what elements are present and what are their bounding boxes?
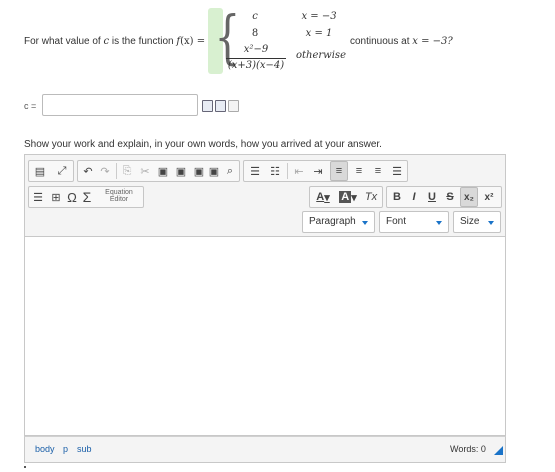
question-prefix: For what value of c is the function f(x)… — [24, 36, 205, 47]
align-right-icon[interactable]: ≡ — [369, 161, 387, 181]
clear-format-button[interactable]: Tx — [361, 187, 381, 207]
paste-text-icon[interactable]: ▣ — [173, 161, 189, 181]
question-var-c: c — [103, 36, 110, 47]
font-select-value: Font — [386, 216, 407, 227]
paragraph-select[interactable]: Paragraph — [302, 211, 375, 233]
paste-icon[interactable]: ▣ — [155, 161, 171, 181]
question-function-text: is the function — [111, 36, 174, 47]
equation-editor-label-1: Equation — [105, 189, 133, 196]
align-left-icon[interactable]: ≡ — [330, 161, 348, 181]
bold-button[interactable]: B — [389, 187, 405, 207]
editor-content-area[interactable] — [24, 236, 506, 436]
case-3-numerator: x²−9 — [243, 44, 269, 55]
work-prompt: Show your work and explain, in your own … — [24, 139, 382, 150]
font-color-label: A — [316, 191, 325, 203]
paste-word-icon[interactable]: ▣ — [191, 161, 207, 181]
indent-icon[interactable]: ⇥ — [309, 161, 327, 181]
case-2-value: 8 — [251, 28, 259, 39]
path-p[interactable]: p — [63, 444, 68, 454]
preview-icon[interactable] — [228, 100, 239, 112]
redo-icon[interactable]: ↷ — [97, 161, 113, 181]
special-char-icon[interactable]: Ω — [65, 187, 79, 207]
table-icon[interactable]: ⊞ — [48, 187, 64, 207]
math-templates-icon[interactable] — [215, 100, 226, 112]
font-select[interactable]: Font — [379, 211, 449, 233]
superscript-button[interactable]: x² — [480, 187, 498, 207]
math-keyboard-icon[interactable] — [202, 100, 213, 112]
question-suffix-text: continuous at — [350, 36, 410, 47]
chevron-down-icon — [488, 221, 494, 225]
size-select[interactable]: Size — [453, 211, 501, 233]
maximize-icon[interactable]: ⤢ — [52, 161, 72, 181]
underline-button[interactable]: U — [424, 187, 440, 207]
paragraph-select-value: Paragraph — [309, 216, 356, 227]
case-2-condition: x = 1 — [305, 28, 333, 39]
bulleted-list-icon[interactable]: ☷ — [266, 161, 284, 181]
sigma-icon[interactable]: Σ — [80, 187, 94, 207]
chevron-down-icon — [436, 221, 442, 225]
strikethrough-button[interactable]: S — [442, 187, 458, 207]
paste-special-icon[interactable]: ▣ — [208, 161, 220, 181]
find-icon[interactable]: ⌕ — [222, 161, 238, 181]
case-1-condition: x = −3 — [301, 11, 337, 22]
equation-editor-button[interactable]: Equation Editor — [96, 186, 142, 206]
font-color-button[interactable]: A ▾ — [312, 187, 334, 207]
question-suffix: continuous at x = −3? — [350, 36, 453, 47]
source-icon[interactable]: ▤ — [30, 161, 50, 181]
italic-button[interactable]: I — [406, 187, 422, 207]
numbered-list-icon[interactable]: ☰ — [246, 161, 264, 181]
bottom-marker — [24, 466, 26, 468]
answer-label: c = — [24, 101, 37, 111]
equation-editor-label-2: Editor — [109, 196, 129, 203]
cut-icon[interactable]: ✂ — [137, 161, 153, 181]
undo-icon[interactable]: ↶ — [80, 161, 96, 181]
word-count: Words: 0 — [450, 444, 486, 454]
case-1-value: c — [252, 11, 258, 22]
case-3-condition: otherwise — [296, 50, 346, 61]
horizontal-rule-icon[interactable]: ☰ — [30, 187, 46, 207]
editor-statusbar — [24, 436, 506, 463]
outdent-icon[interactable]: ⇤ — [290, 161, 308, 181]
align-center-icon[interactable]: ≡ — [350, 161, 368, 181]
answer-input[interactable] — [42, 94, 198, 116]
chevron-down-icon — [362, 221, 368, 225]
question-func-arg: (x) = — [180, 36, 206, 47]
copy-icon[interactable]: ⎘ — [119, 161, 135, 181]
resize-handle-icon[interactable] — [494, 446, 503, 455]
path-sub[interactable]: sub — [77, 444, 92, 454]
subscript-button[interactable]: x₂ — [460, 187, 478, 207]
question-prefix-text: For what value of — [24, 36, 101, 47]
bg-color-button[interactable]: A ▾ — [337, 187, 359, 207]
path-body[interactable]: body — [35, 444, 55, 454]
case-3-fraction-bar — [226, 58, 286, 59]
justify-icon[interactable]: ☰ — [388, 161, 406, 181]
case-3-denominator: (x+3)(x−4) — [227, 60, 285, 71]
question-suffix-math: x = −3? — [412, 36, 453, 47]
size-select-value: Size — [460, 216, 480, 227]
bg-color-label: A — [339, 191, 352, 203]
